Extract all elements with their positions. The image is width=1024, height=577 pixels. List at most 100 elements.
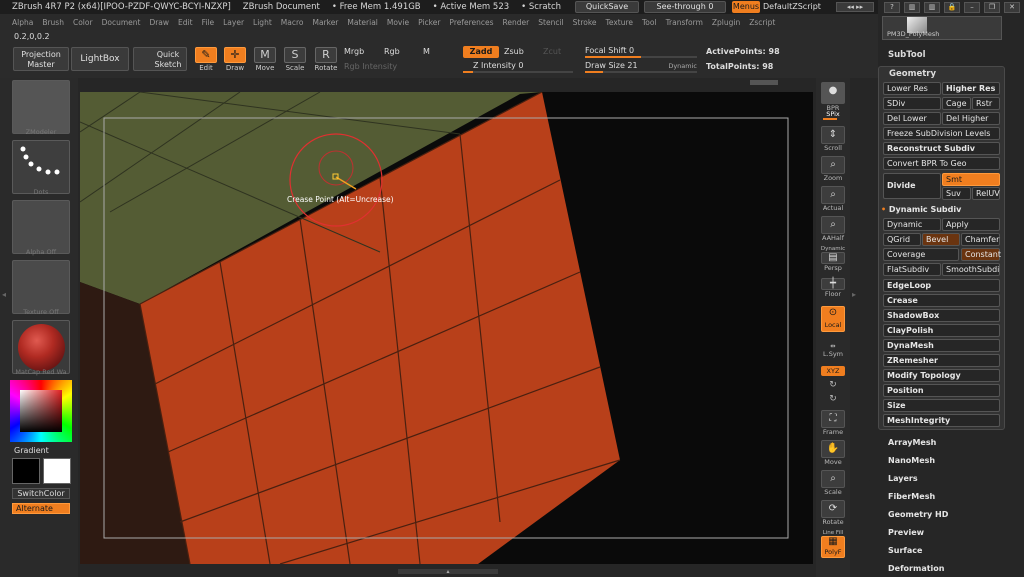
menu-marker[interactable]: Marker xyxy=(312,18,338,27)
frame-button[interactable]: ⛶ Frame xyxy=(819,410,847,436)
menu-render[interactable]: Render xyxy=(503,18,530,27)
flatsubdiv-slider[interactable]: FlatSubdiv xyxy=(883,263,941,276)
color-square[interactable] xyxy=(20,390,62,432)
zoom-button[interactable]: ⌕ Zoom xyxy=(819,156,847,182)
del-higher-button[interactable]: Del Higher xyxy=(942,112,1000,125)
color-picker[interactable] xyxy=(10,380,72,442)
apply-button[interactable]: Apply xyxy=(942,218,1000,231)
polyf-button[interactable]: Line Fill ▦ PolyF xyxy=(819,528,847,558)
convert-bpr-button[interactable]: Convert BPR To Geo xyxy=(883,157,1000,170)
scale-button[interactable]: S Scale xyxy=(282,47,308,72)
shadowbox-section[interactable]: ShadowBox xyxy=(883,309,1000,322)
m-button[interactable]: M xyxy=(423,47,430,56)
menu-layer[interactable]: Layer xyxy=(223,18,244,27)
main-color-swatch[interactable] xyxy=(12,458,40,484)
rotate-button[interactable]: R Rotate xyxy=(312,47,340,72)
menu-light[interactable]: Light xyxy=(253,18,272,27)
draw-button[interactable]: ✛ Draw xyxy=(222,47,248,72)
bpr-button[interactable]: ● BPR xyxy=(819,82,847,112)
focal-shift-slider[interactable]: Focal Shift 0 xyxy=(585,46,697,58)
lightbox-button[interactable]: LightBox xyxy=(71,47,129,71)
right-collapse-icon[interactable]: ▸ xyxy=(852,290,856,299)
crease-section[interactable]: Crease xyxy=(883,294,1000,307)
secondary-color-swatch[interactable] xyxy=(43,458,71,484)
menu-transform[interactable]: Transform xyxy=(666,18,703,27)
suv-toggle[interactable]: Suv xyxy=(942,187,971,200)
sdiv-slider[interactable]: SDiv xyxy=(883,97,941,110)
texture-slot[interactable] xyxy=(12,260,70,314)
menu-macro[interactable]: Macro xyxy=(281,18,304,27)
default-zscript-button[interactable]: DefaultZScript xyxy=(763,2,821,11)
bevel-toggle[interactable]: Bevel xyxy=(922,233,960,246)
menu-zscript[interactable]: Zscript xyxy=(749,18,775,27)
reconstruct-subdiv-button[interactable]: Reconstruct Subdiv xyxy=(883,142,1000,155)
higher-res-button[interactable]: Higher Res xyxy=(942,82,1000,95)
layers-section[interactable]: Layers xyxy=(888,474,918,483)
menu-brush[interactable]: Brush xyxy=(42,18,64,27)
chamfer-toggle[interactable]: Chamfer xyxy=(961,233,1000,246)
switchcolor-button[interactable]: SwitchColor xyxy=(12,488,70,499)
fibermesh-section[interactable]: FiberMesh xyxy=(888,492,935,501)
divide-button[interactable]: Divide xyxy=(883,173,941,199)
position-section[interactable]: Position xyxy=(883,384,1000,397)
arraymesh-section[interactable]: ArrayMesh xyxy=(888,438,936,447)
move-button[interactable]: M Move xyxy=(252,47,278,72)
layout2-icon[interactable]: ▥ xyxy=(924,2,940,13)
zcut-button[interactable]: Zcut xyxy=(543,47,561,56)
reluv-toggle[interactable]: RelUV xyxy=(972,187,1000,200)
edit-button[interactable]: ✎ Edit xyxy=(193,47,219,72)
geometry-hd-section[interactable]: Geometry HD xyxy=(888,510,948,519)
spix-slider[interactable]: SPix xyxy=(819,110,847,120)
menu-stroke[interactable]: Stroke xyxy=(573,18,597,27)
menu-edit[interactable]: Edit xyxy=(178,18,193,27)
actual-button[interactable]: ⌕ Actual xyxy=(819,186,847,212)
nanomesh-section[interactable]: NanoMesh xyxy=(888,456,935,465)
nav-arrows-icon[interactable]: ◂◂ ▸▸ xyxy=(836,2,874,12)
bottom-tray-handle[interactable]: ▴ xyxy=(398,569,498,575)
qgrid-slider[interactable]: QGrid xyxy=(883,233,921,246)
coverage-slider[interactable]: Coverage xyxy=(883,248,959,261)
persp-button[interactable]: Dynamic ▤ Persp xyxy=(819,244,847,272)
viewport-scrollbar[interactable] xyxy=(750,80,778,85)
material-slot[interactable] xyxy=(12,320,70,374)
stroke-slot[interactable] xyxy=(12,140,70,194)
menus-button[interactable]: Menus xyxy=(732,1,760,13)
floor-button[interactable]: ┿ Floor xyxy=(819,278,847,298)
quick-sketch-button[interactable]: Quick Sketch xyxy=(133,47,187,71)
gradient-label[interactable]: Gradient xyxy=(14,446,49,455)
freeze-subdiv-button[interactable]: Freeze SubDivision Levels xyxy=(883,127,1000,140)
dynamic-toggle[interactable]: Dynamic xyxy=(668,62,697,70)
scroll-button[interactable]: ⇕ Scroll xyxy=(819,126,847,152)
dynamic-toggle[interactable]: Dynamic xyxy=(883,218,941,231)
see-through-slider[interactable]: See-through 0 xyxy=(644,1,726,13)
zsub-button[interactable]: Zsub xyxy=(504,47,524,56)
size-section[interactable]: Size xyxy=(883,399,1000,412)
rgb-intensity-slider[interactable]: Rgb Intensity xyxy=(344,62,397,71)
menu-draw[interactable]: Draw xyxy=(149,18,169,27)
menu-color[interactable]: Color xyxy=(73,18,93,27)
menu-stencil[interactable]: Stencil xyxy=(538,18,563,27)
z-intensity-slider[interactable]: Z Intensity 0 xyxy=(463,61,573,73)
quicksave-button[interactable]: QuickSave xyxy=(575,1,639,13)
draw-size-slider[interactable]: Draw Size 21 Dynamic xyxy=(585,61,697,73)
rotate-z-icon[interactable]: ↻ xyxy=(819,394,847,404)
lower-res-button[interactable]: Lower Res xyxy=(883,82,941,95)
close-icon[interactable]: ✕ xyxy=(1004,2,1020,13)
local-button[interactable]: ⊙ Local xyxy=(819,306,847,332)
deformation-section[interactable]: Deformation xyxy=(888,564,944,573)
smt-toggle[interactable]: Smt xyxy=(942,173,1000,186)
aahalf-button[interactable]: ⌕ AAHalf xyxy=(819,216,847,242)
alpha-slot[interactable] xyxy=(12,200,70,254)
zremesher-section[interactable]: ZRemesher xyxy=(883,354,1000,367)
claypolish-section[interactable]: ClayPolish xyxy=(883,324,1000,337)
rotate-y-icon[interactable]: ↻ xyxy=(819,380,847,390)
menu-movie[interactable]: Movie xyxy=(387,18,409,27)
lock-icon[interactable]: 🔒 xyxy=(944,2,960,13)
menu-tool[interactable]: Tool xyxy=(642,18,657,27)
meshintegrity-section[interactable]: MeshIntegrity xyxy=(883,414,1000,427)
modify-topology-section[interactable]: Modify Topology xyxy=(883,369,1000,382)
preview-section[interactable]: Preview xyxy=(888,528,924,537)
surface-section[interactable]: Surface xyxy=(888,546,922,555)
rotate-view-button[interactable]: ⟳ Rotate xyxy=(819,500,847,526)
dynamic-subdiv-header[interactable]: • Dynamic Subdiv xyxy=(881,205,961,214)
